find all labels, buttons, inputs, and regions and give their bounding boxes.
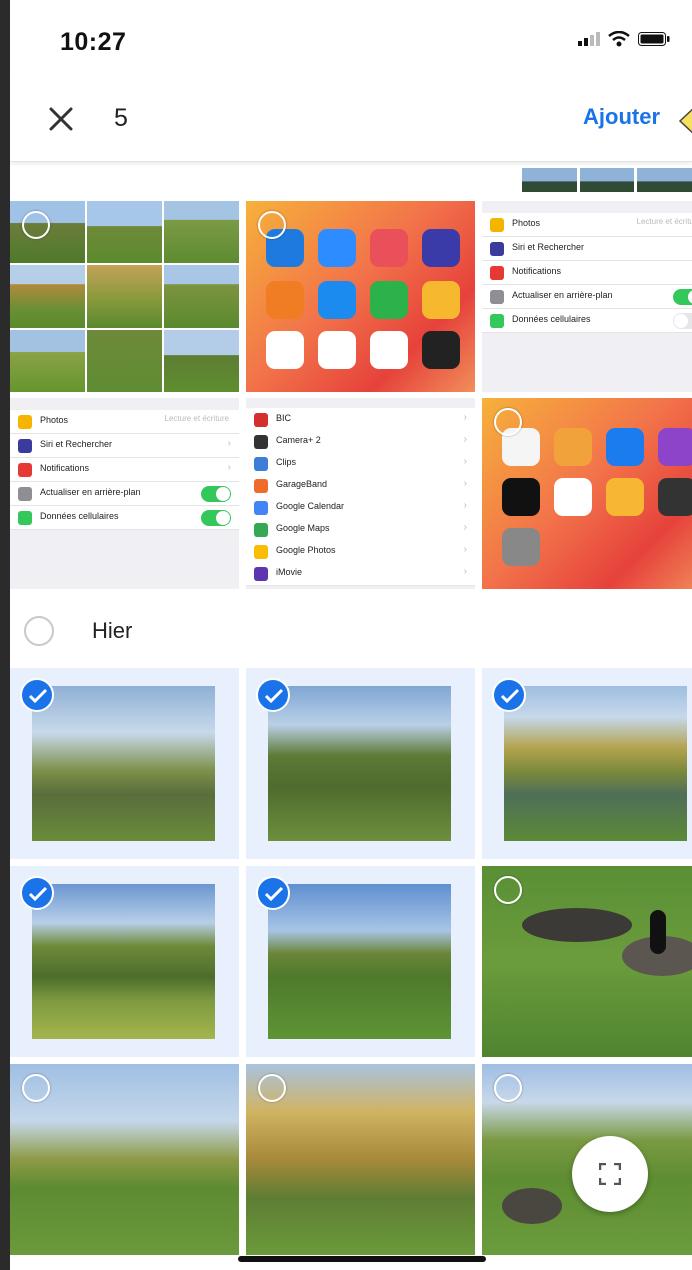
wifi-icon: [608, 31, 630, 47]
select-circle[interactable]: [494, 876, 522, 904]
status-icons: [578, 31, 670, 47]
select-circle[interactable]: [494, 1074, 522, 1102]
checkmark-icon: [264, 886, 284, 902]
fullscreen-button[interactable]: [572, 1136, 648, 1212]
thumbnail-strip: [522, 168, 692, 192]
photo-tile-selected[interactable]: [10, 668, 239, 859]
select-circle[interactable]: [258, 1074, 286, 1102]
photo-tile[interactable]: [246, 201, 475, 392]
photo-tile[interactable]: [482, 866, 692, 1057]
home-indicator: [238, 1256, 486, 1262]
photo-tile[interactable]: [246, 1064, 475, 1255]
photo-tile[interactable]: PhotosLecture et écriture Siri et Recher…: [10, 398, 239, 589]
selected-check[interactable]: [492, 678, 526, 712]
date-section-header: Hier: [10, 594, 692, 662]
close-button[interactable]: [44, 102, 78, 136]
selected-check[interactable]: [256, 876, 290, 910]
select-circle[interactable]: [494, 408, 522, 436]
photo-tile-selected[interactable]: [482, 668, 692, 859]
selected-check[interactable]: [256, 678, 290, 712]
photo-tile[interactable]: PhotosLecture et écriture Siri et Recher…: [482, 201, 692, 392]
selected-check[interactable]: [20, 678, 54, 712]
checkmark-icon: [28, 688, 48, 704]
select-all-circle[interactable]: [24, 616, 54, 646]
checkmark-icon: [500, 688, 520, 704]
add-button[interactable]: Ajouter: [583, 104, 660, 130]
photo-tile-selected[interactable]: [246, 866, 475, 1057]
signal-icon: [578, 32, 600, 46]
pointer-arrow-icon: [678, 108, 692, 134]
photo-tile-selected[interactable]: [10, 866, 239, 1057]
phone-screen: 10:27 5 Ajouter Photos Lecture et écritu…: [10, 0, 692, 1270]
status-bar: 10:27: [10, 0, 692, 80]
selection-toolbar: 5 Ajouter: [10, 80, 692, 162]
select-circle[interactable]: [22, 1074, 50, 1102]
photo-tile[interactable]: [482, 398, 692, 589]
section-title: Hier: [92, 618, 133, 643]
battery-icon: [638, 32, 670, 46]
selected-check[interactable]: [20, 876, 54, 910]
fullscreen-icon: [599, 1163, 621, 1185]
photo-tile[interactable]: [10, 1064, 239, 1255]
photo-tile[interactable]: [10, 201, 239, 392]
photo-tile-selected[interactable]: [246, 668, 475, 859]
select-circle[interactable]: [258, 211, 286, 239]
selected-count: 5: [114, 104, 128, 132]
close-icon: [49, 107, 73, 131]
select-circle[interactable]: [22, 211, 50, 239]
photo-tile[interactable]: BIC › Camera+ 2 › Clips › GarageBand › Googl…: [246, 398, 475, 589]
status-time: 10:27: [60, 28, 127, 56]
checkmark-icon: [28, 886, 48, 902]
checkmark-icon: [264, 688, 284, 704]
